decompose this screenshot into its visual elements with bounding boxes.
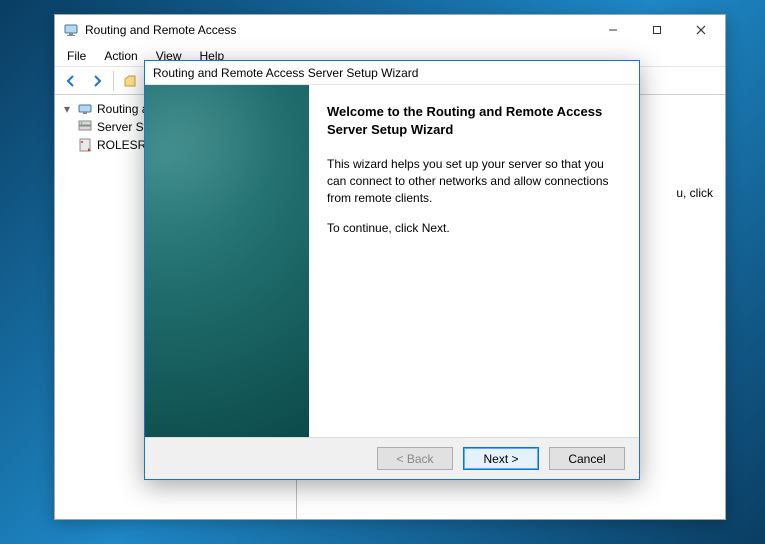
titlebar: Routing and Remote Access — [55, 15, 725, 45]
wizard-paragraph-2: To continue, click Next. — [327, 220, 621, 237]
forward-button[interactable] — [85, 70, 109, 92]
minimize-button[interactable] — [591, 16, 635, 44]
window-buttons — [591, 16, 723, 44]
wizard-content: Welcome to the Routing and Remote Access… — [309, 85, 639, 437]
server-icon — [77, 137, 93, 153]
wizard-dialog: Routing and Remote Access Server Setup W… — [144, 60, 640, 480]
menu-file[interactable]: File — [59, 47, 94, 65]
wizard-paragraph-1: This wizard helps you set up your server… — [327, 156, 621, 206]
expand-icon[interactable]: ▾ — [61, 102, 73, 116]
back-wizard-button: < Back — [377, 447, 453, 470]
wizard-button-bar: < Back Next > Cancel — [145, 437, 639, 479]
next-wizard-button[interactable]: Next > — [463, 447, 539, 470]
app-icon — [63, 22, 79, 38]
toolbar-separator — [113, 71, 114, 91]
close-button[interactable] — [679, 16, 723, 44]
cancel-wizard-button[interactable]: Cancel — [549, 447, 625, 470]
menu-action[interactable]: Action — [96, 47, 145, 65]
wizard-heading: Welcome to the Routing and Remote Access… — [327, 103, 621, 138]
content-fragment: u, click — [676, 186, 713, 200]
window-title: Routing and Remote Access — [85, 23, 591, 37]
wizard-body: Welcome to the Routing and Remote Access… — [145, 85, 639, 437]
back-button[interactable] — [59, 70, 83, 92]
server-status-icon — [77, 119, 93, 135]
wizard-banner — [145, 85, 309, 437]
rras-icon — [77, 101, 93, 117]
maximize-button[interactable] — [635, 16, 679, 44]
